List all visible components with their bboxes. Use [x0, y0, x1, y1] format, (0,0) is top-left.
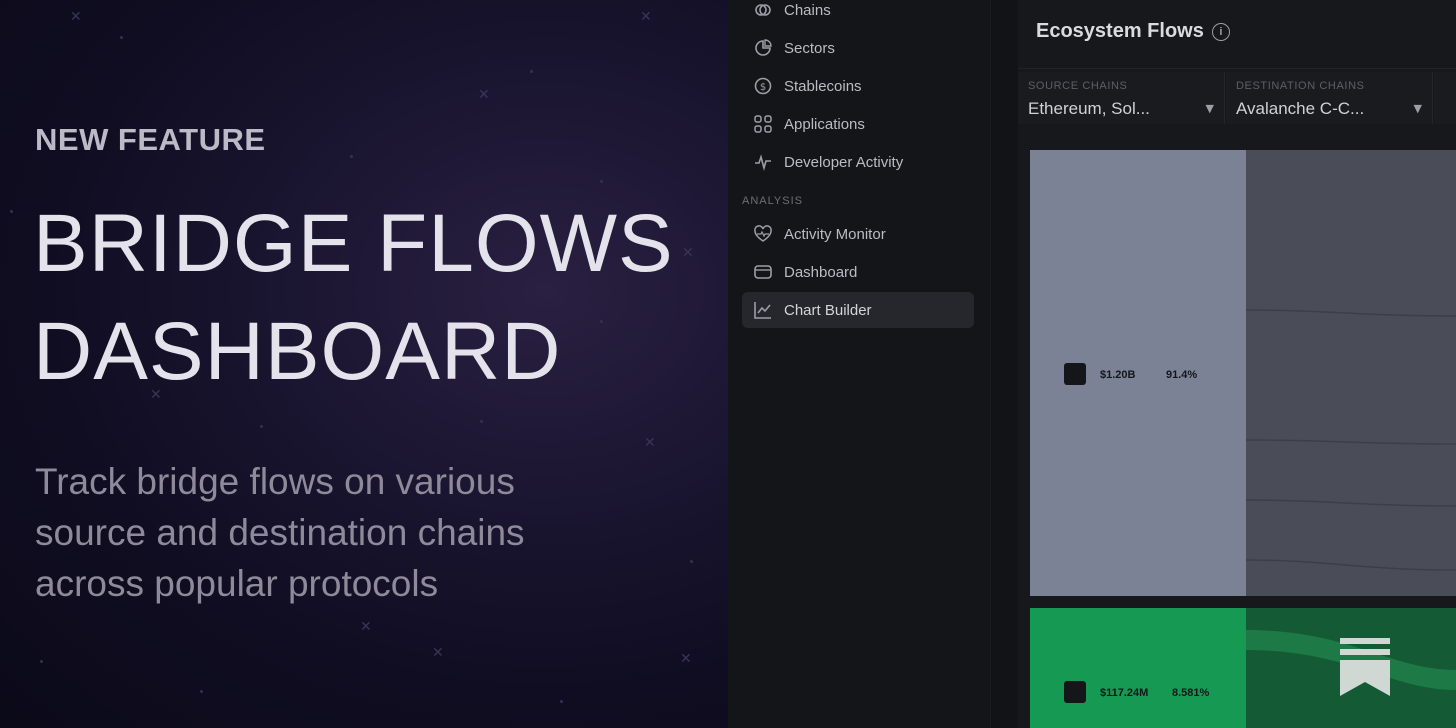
- sidebar-item-label: Dashboard: [784, 263, 858, 281]
- sidebar-item-sectors[interactable]: Sectors: [742, 30, 974, 66]
- subtext-line-2: source and destination chains: [35, 512, 525, 553]
- sidebar-item-label: Applications: [784, 115, 865, 133]
- applications-icon: [752, 113, 774, 135]
- sidebar-item-label: Sectors: [784, 39, 835, 57]
- sidebar-item-label: Chains: [784, 1, 831, 19]
- svg-text:$: $: [760, 82, 766, 93]
- destination-chains-value: Avalanche C-C...: [1236, 99, 1365, 118]
- sidebar-item-dashboard[interactable]: Dashboard: [742, 254, 974, 290]
- source-chains-select[interactable]: SOURCE CHAINS Ethereum, Sol... ▼: [1018, 72, 1225, 124]
- sankey-node[interactable]: [1030, 608, 1246, 728]
- app-screenshot: Chains Sectors $ Stablecoins Application…: [728, 0, 1456, 728]
- substack-logo-icon: [1340, 638, 1390, 696]
- sidebar-item-label: Developer Activity: [784, 153, 904, 171]
- promo-panel: ✕ ✕ ✕ ✕ ✕ ✕ ✕ ✕ ✕ NEW FEATURE BRIDGE FLO…: [0, 0, 728, 728]
- ecosystem-flows-card: Ecosystem Flows i SOURCE CHAINS Ethereum…: [1018, 0, 1456, 728]
- chain-logo-icon: [1064, 681, 1086, 703]
- chevron-down-icon: ▼: [1205, 102, 1214, 115]
- dashboard-icon: [752, 261, 774, 283]
- developer-activity-icon: [752, 151, 774, 173]
- headline-line-2: DASHBOARD: [33, 306, 562, 397]
- chain-logo-icon: [1064, 363, 1086, 385]
- source-chains-value: Ethereum, Sol...: [1028, 99, 1150, 118]
- card-title: Ecosystem Flows i: [1036, 20, 1230, 43]
- node-value-label: $117.24M: [1100, 687, 1148, 699]
- new-feature-eyebrow: NEW FEATURE: [35, 122, 266, 157]
- activity-monitor-icon: [752, 223, 774, 245]
- headline: BRIDGE FLOWS DASHBOARD: [33, 190, 674, 406]
- sidebar-item-applications[interactable]: Applications: [742, 106, 974, 142]
- ecosystem-flows-chart: $1.20B 91.4% $117.24M 8.581%: [1030, 150, 1456, 728]
- card-title-text: Ecosystem Flows: [1036, 20, 1204, 42]
- chains-icon: [752, 0, 774, 21]
- headline-line-1: BRIDGE FLOWS: [33, 198, 674, 289]
- sectors-icon: [752, 37, 774, 59]
- node-share-label: 8.581%: [1172, 687, 1210, 699]
- chart-builder-icon: [752, 299, 774, 321]
- banner: ✕ ✕ ✕ ✕ ✕ ✕ ✕ ✕ ✕ NEW FEATURE BRIDGE FLO…: [0, 0, 1456, 728]
- destination-chains-label: DESTINATION CHAINS: [1236, 80, 1365, 92]
- node-value-label: $1.20B: [1100, 369, 1136, 381]
- sidebar-item-label: Activity Monitor: [784, 225, 886, 243]
- sankey-node[interactable]: [1030, 150, 1246, 596]
- sidebar: Chains Sectors $ Stablecoins Application…: [728, 0, 990, 728]
- source-chains-label: SOURCE CHAINS: [1028, 80, 1128, 92]
- info-icon[interactable]: i: [1211, 22, 1230, 41]
- node-share-label: 91.4%: [1166, 369, 1197, 381]
- subtext: Track bridge flows on various source and…: [35, 456, 675, 609]
- sidebar-item-label: Chart Builder: [784, 301, 872, 319]
- chevron-down-icon: ▼: [1413, 102, 1422, 115]
- subtext-line-3: across popular protocols: [35, 563, 439, 604]
- sidebar-item-activity-monitor[interactable]: Activity Monitor: [742, 216, 974, 252]
- destination-chains-select[interactable]: DESTINATION CHAINS Avalanche C-C... ▼: [1226, 72, 1433, 124]
- stablecoins-icon: $: [752, 75, 774, 97]
- subtext-line-1: Track bridge flows on various: [35, 461, 515, 502]
- sidebar-item-chart-builder[interactable]: Chart Builder: [742, 292, 974, 328]
- sidebar-item-developer-activity[interactable]: Developer Activity: [742, 144, 974, 180]
- analysis-section-label: ANALYSIS: [742, 195, 803, 207]
- sidebar-item-stablecoins[interactable]: $ Stablecoins: [742, 68, 974, 104]
- sidebar-item-chains[interactable]: Chains: [742, 0, 974, 28]
- card-header-divider: [1018, 68, 1456, 69]
- additional-filter-select[interactable]: [1434, 72, 1456, 124]
- sidebar-item-label: Stablecoins: [784, 77, 862, 95]
- sankey-flow-band: [1246, 150, 1456, 596]
- sidebar-divider: [990, 0, 991, 728]
